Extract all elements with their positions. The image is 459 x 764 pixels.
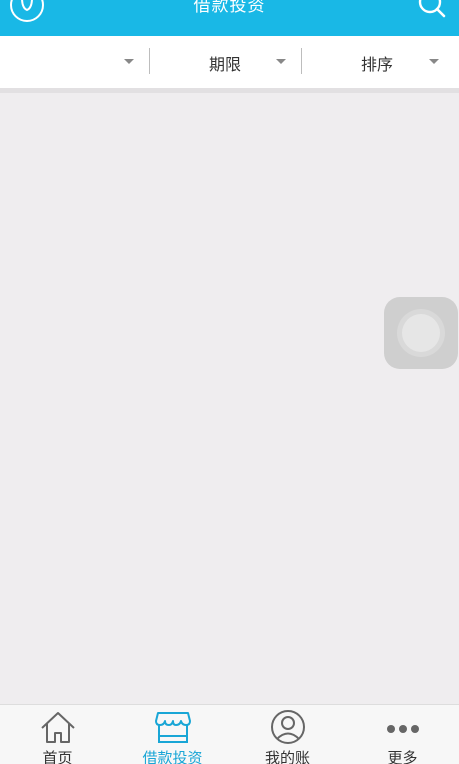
filter-sort-dropdown[interactable]: 排序 [302,36,459,88]
tab-label: 我的账 [264,749,310,764]
tab-my-account[interactable]: 我的账 [230,705,345,764]
assistive-touch-button[interactable] [384,297,458,369]
tab-more[interactable]: 更多 [345,705,459,764]
chevron-down-icon [429,59,439,64]
search-button[interactable] [413,0,451,24]
filter-label: 期限 [209,55,242,74]
tab-label: 更多 [387,749,418,764]
tab-label: 首页 [42,749,73,764]
account-icon [270,710,305,744]
assistive-touch-icon [402,314,440,352]
bottom-tab-bar: 首页 借款投资 我的账 更多 [0,704,459,764]
page-title: 借款投资 [193,0,266,16]
filter-label: 排序 [361,55,394,74]
chevron-down-icon [276,59,286,64]
search-icon [418,0,446,18]
filter-type-dropdown[interactable] [0,36,149,88]
shop-icon [154,712,191,743]
tab-home[interactable]: 首页 [0,705,115,764]
more-dots-icon [386,725,419,733]
tab-loan-invest[interactable]: 借款投资 [115,705,230,764]
tab-label: 借款投资 [142,749,203,764]
chevron-down-icon [124,59,134,64]
top-navigation-bar: 借款投资 [0,0,459,36]
loan-list-area[interactable] [0,88,459,704]
home-icon [40,712,75,743]
filter-bar: 期限 排序 [0,36,459,88]
filter-term-dropdown[interactable]: 期限 [150,36,301,88]
